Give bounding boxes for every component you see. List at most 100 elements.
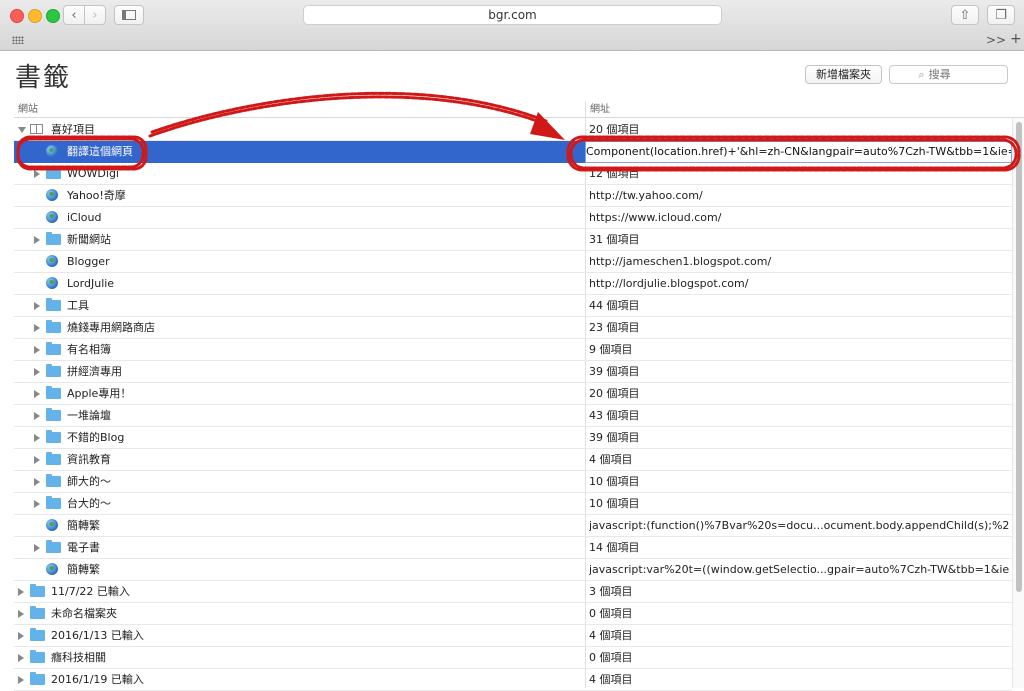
- new-tab-button[interactable]: +: [1010, 31, 1022, 47]
- bookmark-address: http://lordjulie.blogspot.com/: [589, 277, 749, 290]
- folder-icon: [46, 452, 61, 465]
- table-row[interactable]: 新聞網站 31 個項目: [14, 229, 1012, 251]
- table-row[interactable]: 2016/1/13 已輸入 4 個項目: [14, 625, 1012, 647]
- folder-icon: [30, 650, 45, 663]
- bookmark-name: 工具: [67, 299, 89, 312]
- table-row[interactable]: 電子書 14 個項目: [14, 537, 1012, 559]
- bookmark-address: 4 個項目: [589, 673, 633, 686]
- address-edit-field[interactable]: Component(location.href)+'&hl=zh-CN&lang…: [585, 141, 1012, 163]
- page-title: 書籤: [15, 63, 72, 93]
- new-folder-button[interactable]: 新增檔案夾: [805, 65, 882, 84]
- disclosure-triangle[interactable]: [34, 324, 40, 332]
- bookmark-book-icon: [30, 124, 43, 134]
- table-row[interactable]: Apple專用！ 20 個項目: [14, 383, 1012, 405]
- bookmark-address: 10 個項目: [589, 475, 640, 488]
- globe-icon: [46, 563, 58, 575]
- vertical-scrollbar[interactable]: [1012, 118, 1024, 688]
- folder-icon: [46, 320, 61, 333]
- disclosure-triangle[interactable]: [34, 500, 40, 508]
- disclosure-triangle[interactable]: [34, 434, 40, 442]
- disclosure-triangle[interactable]: [34, 236, 40, 244]
- bookmark-name: 癮科技相關: [51, 651, 106, 664]
- table-row[interactable]: 未命名檔案夾 0 個項目: [14, 603, 1012, 625]
- bookmark-name: Blogger: [67, 255, 110, 268]
- table-row[interactable]: 工具 44 個項目: [14, 295, 1012, 317]
- share-button[interactable]: ⇧: [951, 5, 979, 25]
- bookmark-name: 師大的～: [67, 475, 111, 488]
- disclosure-triangle[interactable]: [34, 544, 40, 552]
- minimize-window-button[interactable]: [28, 9, 42, 23]
- disclosure-triangle[interactable]: [18, 588, 24, 596]
- folder-icon: [46, 430, 61, 443]
- bookmark-name: 電子書: [67, 541, 100, 554]
- table-row[interactable]: 癮科技相關 0 個項目: [14, 647, 1012, 669]
- search-input[interactable]: [928, 68, 979, 81]
- bookmark-name: 拼經濟專用: [67, 365, 122, 378]
- bookmark-address: 0 個項目: [589, 607, 633, 620]
- table-row[interactable]: iCloud https://www.icloud.com/: [14, 207, 1012, 229]
- back-button[interactable]: ‹: [63, 5, 85, 25]
- bookmark-name: 台大的～: [67, 497, 111, 510]
- chevron-right-icon: ›: [92, 7, 98, 23]
- table-row[interactable]: 師大的～ 10 個項目: [14, 471, 1012, 493]
- globe-icon: [46, 211, 58, 223]
- table-row[interactable]: Blogger http://jameschen1.blogspot.com/: [14, 251, 1012, 273]
- folder-icon: [46, 342, 61, 355]
- bookmark-address: 43 個項目: [589, 409, 640, 422]
- table-row[interactable]: 簡轉繁 javascript:(function()%7Bvar%20s=doc…: [14, 515, 1012, 537]
- search-field[interactable]: ⌕: [889, 65, 1008, 84]
- column-header-name[interactable]: 網站: [18, 101, 38, 118]
- table-row[interactable]: Yahoo!奇摩 http://tw.yahoo.com/: [14, 185, 1012, 207]
- bookmark-address: 0 個項目: [589, 651, 633, 664]
- address-bar[interactable]: bgr.com: [303, 5, 722, 25]
- folder-icon: [46, 540, 61, 553]
- disclosure-triangle[interactable]: [34, 390, 40, 398]
- sidebar-button[interactable]: [114, 5, 144, 25]
- table-row[interactable]: LordJulie http://lordjulie.blogspot.com/: [14, 273, 1012, 295]
- table-row[interactable]: 不錯的Blog 39 個項目: [14, 427, 1012, 449]
- bookmark-name: 不錯的Blog: [67, 431, 125, 444]
- disclosure-triangle[interactable]: [34, 456, 40, 464]
- table-row[interactable]: 有名相簿 9 個項目: [14, 339, 1012, 361]
- disclosure-triangle[interactable]: [18, 632, 24, 640]
- disclosure-triangle[interactable]: [34, 368, 40, 376]
- header-divider: [14, 117, 1024, 118]
- disclosure-triangle[interactable]: [18, 610, 24, 618]
- bookmark-name: 2016/1/13 已輸入: [51, 629, 144, 642]
- bookmark-address: 3 個項目: [589, 585, 633, 598]
- scrollbar-thumb[interactable]: [1016, 122, 1022, 592]
- table-row[interactable]: 台大的～ 10 個項目: [14, 493, 1012, 515]
- forward-button[interactable]: ›: [84, 5, 106, 25]
- folder-icon: [46, 166, 61, 179]
- table-row[interactable]: 資訊教育 4 個項目: [14, 449, 1012, 471]
- bookmark-name: 有名相簿: [67, 343, 111, 356]
- table-row[interactable]: 燒錢專用網路商店 23 個項目: [14, 317, 1012, 339]
- zoom-window-button[interactable]: [46, 9, 60, 23]
- table-row[interactable]: 喜好項目 20 個項目: [14, 119, 1012, 141]
- tabs-overview-button[interactable]: ❐: [987, 5, 1015, 25]
- column-header-address[interactable]: 網址: [590, 101, 610, 118]
- bookmark-address: 12 個項目: [589, 167, 640, 180]
- disclosure-triangle[interactable]: [18, 127, 26, 133]
- table-row[interactable]: 簡轉繁 javascript:var%20t=((window.getSelec…: [14, 559, 1012, 581]
- table-row[interactable]: 拼經濟專用 39 個項目: [14, 361, 1012, 383]
- bookmark-name: 喜好項目: [51, 123, 95, 136]
- bookmark-name: 11/7/22 已輸入: [51, 585, 130, 598]
- table-row[interactable]: WOWDigi 12 個項目: [14, 163, 1012, 185]
- favorites-more-button[interactable]: >>: [986, 33, 1006, 47]
- globe-icon: [46, 519, 58, 531]
- disclosure-triangle[interactable]: [34, 170, 40, 178]
- disclosure-triangle[interactable]: [34, 478, 40, 486]
- disclosure-triangle[interactable]: [18, 676, 24, 684]
- disclosure-triangle[interactable]: [34, 302, 40, 310]
- bookmark-name: 2016/1/19 已輸入: [51, 673, 144, 686]
- disclosure-triangle[interactable]: [18, 654, 24, 662]
- table-row[interactable]: 一堆論壇 43 個項目: [14, 405, 1012, 427]
- disclosure-triangle[interactable]: [34, 346, 40, 354]
- close-window-button[interactable]: [10, 9, 24, 23]
- table-row[interactable]: 11/7/22 已輸入 3 個項目: [14, 581, 1012, 603]
- top-sites-grid-icon[interactable]: [12, 36, 24, 44]
- folder-icon: [46, 496, 61, 509]
- bookmark-address: javascript:(function()%7Bvar%20s=docu...…: [589, 519, 1009, 532]
- disclosure-triangle[interactable]: [34, 412, 40, 420]
